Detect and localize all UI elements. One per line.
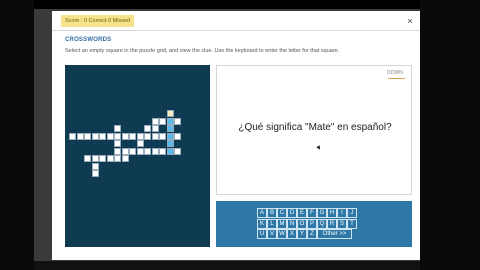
key-p[interactable]: P: [307, 218, 317, 229]
bottom-background: [34, 261, 420, 270]
grid-cell[interactable]: [174, 147, 181, 155]
grid-cell[interactable]: [114, 140, 121, 147]
grid-cell[interactable]: [166, 117, 174, 125]
clue-direction-label: DOWN: [387, 70, 403, 76]
key-n[interactable]: N: [287, 218, 297, 229]
key-m[interactable]: M: [277, 218, 287, 229]
key-o[interactable]: O: [297, 218, 307, 229]
grid-cell[interactable]: [159, 117, 166, 125]
grid-cell[interactable]: [114, 125, 121, 132]
key-t[interactable]: T: [347, 218, 357, 229]
grid-cell[interactable]: [151, 147, 159, 155]
grid-cell[interactable]: [84, 132, 91, 140]
grid-cell[interactable]: [84, 155, 91, 162]
grid-cell[interactable]: [91, 155, 99, 162]
grid-cell[interactable]: [129, 147, 136, 155]
key-u[interactable]: U: [257, 229, 267, 239]
grid-cell[interactable]: [129, 132, 136, 140]
grid-cell[interactable]: [166, 132, 174, 140]
grid-cell-selected[interactable]: [166, 110, 174, 117]
key-v[interactable]: V: [267, 229, 277, 239]
grid-cell[interactable]: [174, 117, 181, 125]
grid-cell[interactable]: [121, 147, 129, 155]
grid-cell[interactable]: [106, 155, 114, 162]
grid-cell[interactable]: [91, 170, 99, 177]
other-keys-button[interactable]: Other >>: [317, 229, 352, 239]
grid-cell[interactable]: [114, 147, 121, 155]
key-g[interactable]: G: [317, 208, 327, 218]
grid-cell[interactable]: [99, 132, 106, 140]
key-r[interactable]: R: [327, 218, 337, 229]
grid-cell[interactable]: [114, 155, 121, 162]
key-q[interactable]: Q: [317, 218, 327, 229]
key-h[interactable]: H: [327, 208, 337, 218]
grid-cell[interactable]: [91, 132, 99, 140]
grid-cell[interactable]: [166, 125, 174, 132]
grid-cell[interactable]: [159, 147, 166, 155]
left-background: [0, 0, 34, 270]
grid-cell[interactable]: [106, 132, 114, 140]
grid-cell[interactable]: [76, 132, 84, 140]
grid-cell[interactable]: [69, 132, 76, 140]
clue-text: ¿Qué significa "Mate" en español?: [238, 122, 392, 133]
key-j[interactable]: J: [347, 208, 357, 218]
key-a[interactable]: A: [257, 208, 267, 218]
grid-cell[interactable]: [144, 125, 151, 132]
grid-cell[interactable]: [159, 132, 166, 140]
grid-cell[interactable]: [136, 132, 144, 140]
grid-cell[interactable]: [99, 155, 106, 162]
grid-cell[interactable]: [166, 147, 174, 155]
right-background: [420, 0, 480, 270]
grid-cell[interactable]: [151, 125, 159, 132]
grid-cell[interactable]: [174, 132, 181, 140]
key-y[interactable]: Y: [297, 229, 307, 239]
grid-cell[interactable]: [166, 140, 174, 147]
grid-cell[interactable]: [121, 155, 129, 162]
grid-cell[interactable]: [144, 147, 151, 155]
grid-cell[interactable]: [114, 132, 121, 140]
key-d[interactable]: D: [287, 208, 297, 218]
grid-cell[interactable]: [151, 117, 159, 125]
crossword-grid: [65, 65, 210, 247]
key-e[interactable]: E: [297, 208, 307, 218]
crossword-modal: Score : 0 Correct 0 Missed × CROSSWORDS …: [52, 11, 420, 260]
direction-underline: [388, 78, 405, 79]
key-w[interactable]: W: [277, 229, 287, 239]
key-f[interactable]: F: [307, 208, 317, 218]
key-l[interactable]: L: [267, 218, 277, 229]
grid-cell[interactable]: [136, 140, 144, 147]
grid-cell[interactable]: [136, 147, 144, 155]
grid-cell[interactable]: [91, 162, 99, 170]
close-icon[interactable]: ×: [405, 15, 415, 27]
key-z[interactable]: Z: [307, 229, 317, 239]
score-badge: Score : 0 Correct 0 Missed: [61, 15, 135, 27]
key-x[interactable]: X: [287, 229, 297, 239]
grid-cell[interactable]: [151, 132, 159, 140]
key-i[interactable]: I: [337, 208, 347, 218]
key-k[interactable]: K: [257, 218, 267, 229]
grid-cell[interactable]: [121, 132, 129, 140]
key-s[interactable]: S: [337, 218, 347, 229]
key-c[interactable]: C: [277, 208, 287, 218]
activity-instructions: Select an empty square in the puzzle gri…: [65, 48, 340, 54]
grid-cell[interactable]: [144, 132, 151, 140]
key-b[interactable]: B: [267, 208, 277, 218]
activity-title: CROSSWORDS: [65, 37, 112, 43]
mouse-cursor-icon: [316, 145, 322, 151]
clue-panel: DOWN ¿Qué significa "Mate" en español?: [216, 65, 412, 195]
letter-keyboard: A B C D E F G H I J K L M N O P Q R S T U V W X Y Z Other >>: [216, 201, 412, 247]
modal-topbar: Score : 0 Correct 0 Missed ×: [52, 11, 420, 31]
